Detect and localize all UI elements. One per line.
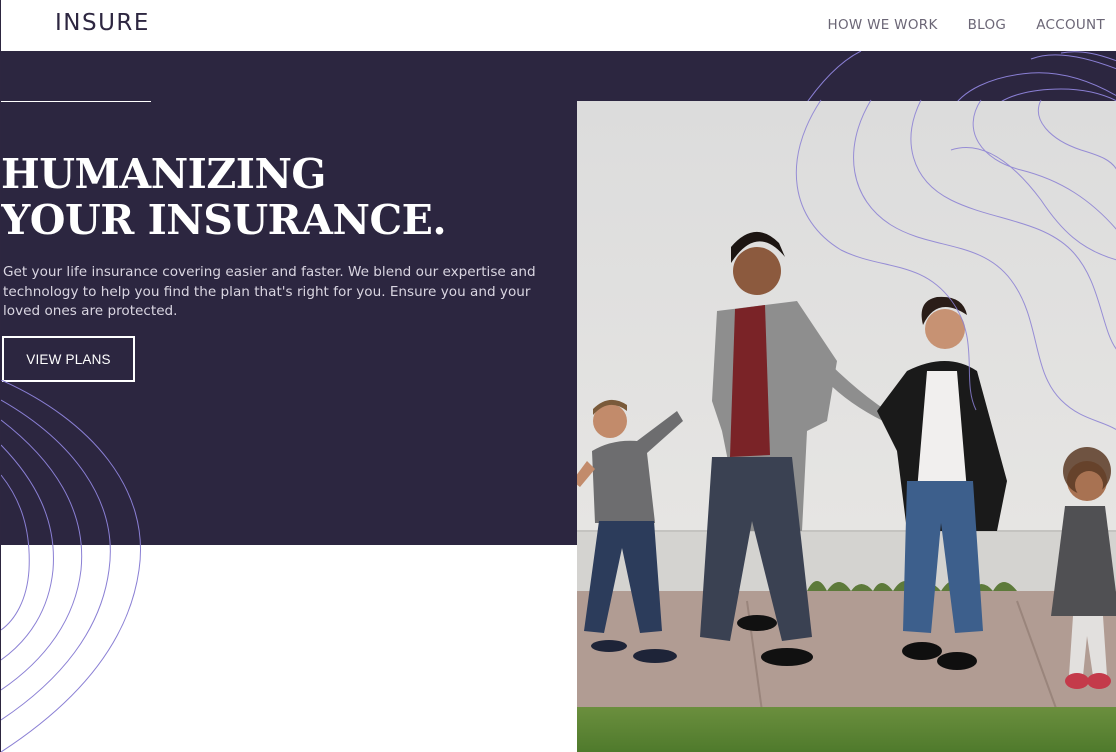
hero-headline-line-2: YOUR INSURANCE. bbox=[1, 196, 447, 244]
nav-blog[interactable]: BLOG bbox=[968, 17, 1007, 33]
nav-account[interactable]: ACCOUNT bbox=[1036, 17, 1105, 33]
nav-how-we-work[interactable]: HOW WE WORK bbox=[828, 17, 938, 33]
family-photo bbox=[577, 101, 1116, 752]
view-plans-button[interactable]: VIEW PLANS bbox=[2, 336, 135, 382]
logo[interactable]: INSURE bbox=[55, 10, 150, 36]
hero-intro-text: Get your life insurance covering easier … bbox=[3, 264, 536, 319]
main-nav: HOW WE WORK BLOG ACCOUNT bbox=[828, 17, 1106, 33]
family-photo-image bbox=[577, 101, 1116, 752]
hero-divider bbox=[1, 101, 151, 102]
hero-headline-line-1: HUMANIZING bbox=[1, 150, 326, 198]
page: INSURE HOW WE WORK BLOG ACCOUNT HUMANIZI… bbox=[0, 0, 1116, 752]
site-header: INSURE HOW WE WORK BLOG ACCOUNT bbox=[1, 0, 1116, 51]
hero-headline: HUMANIZING YOUR INSURANCE. bbox=[1, 150, 447, 244]
